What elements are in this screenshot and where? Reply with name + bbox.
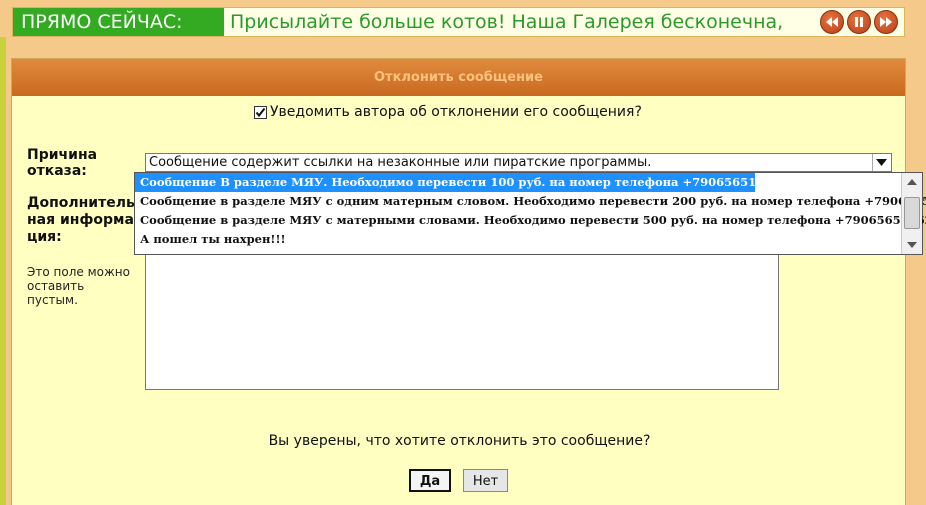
reason-option[interactable]: Сообщение в разделе МЯУ с матерными слов… <box>135 211 926 230</box>
reason-select[interactable]: Сообщение содержит ссылки на незаконные … <box>145 153 892 172</box>
confirm-question: Вы уверены, что хотите отклонить это соо… <box>268 433 651 449</box>
info-textarea[interactable] <box>145 247 779 390</box>
left-border-strip <box>0 37 6 505</box>
yes-button[interactable]: Да <box>409 469 451 492</box>
notify-author-checkbox[interactable] <box>254 105 267 119</box>
rewind-icon[interactable] <box>820 10 844 34</box>
ticker-label: ПРЯМО СЕЙЧАС: <box>13 8 224 36</box>
info-note: Это поле можно оставить пустым. <box>27 265 130 307</box>
ticker-controls <box>820 10 898 34</box>
notify-author-row[interactable]: Уведомить автора об отклонении его сообщ… <box>254 102 642 122</box>
pause-icon[interactable] <box>847 10 871 34</box>
reject-message-panel: Отклонить сообщение Уведомить автора об … <box>11 58 906 505</box>
panel-title: Отклонить сообщение <box>12 59 905 96</box>
chevron-down-icon[interactable] <box>872 154 891 171</box>
no-button[interactable]: Нет <box>463 469 508 492</box>
news-ticker: ПРЯМО СЕЙЧАС: Присылайте больше котов! Н… <box>12 7 905 37</box>
reason-option[interactable]: Сообщение В разделе МЯУ. Необходимо пере… <box>135 173 780 192</box>
ticker-text: Присылайте больше котов! Наша Галерея бе… <box>230 11 784 33</box>
fast-forward-icon[interactable] <box>874 10 898 34</box>
reason-options-list[interactable]: Сообщение В разделе МЯУ. Необходимо пере… <box>134 172 926 255</box>
scroll-up-icon[interactable] <box>906 177 918 187</box>
info-label: Дополнительная информация: <box>27 195 135 245</box>
notify-author-label: Уведомить автора об отклонении его сообщ… <box>270 104 642 120</box>
reason-label: Причина отказа: <box>27 147 98 179</box>
scroll-down-icon[interactable] <box>906 240 918 250</box>
reason-option[interactable]: А пошел ты нахрен!!! <box>135 230 922 249</box>
reason-selected-value: Сообщение содержит ссылки на незаконные … <box>149 155 652 170</box>
reason-option[interactable]: Сообщение в разделе МЯУ с одним матерным… <box>135 192 926 211</box>
scrollbar-thumb[interactable] <box>904 197 920 229</box>
dropdown-scrollbar[interactable] <box>901 173 922 254</box>
